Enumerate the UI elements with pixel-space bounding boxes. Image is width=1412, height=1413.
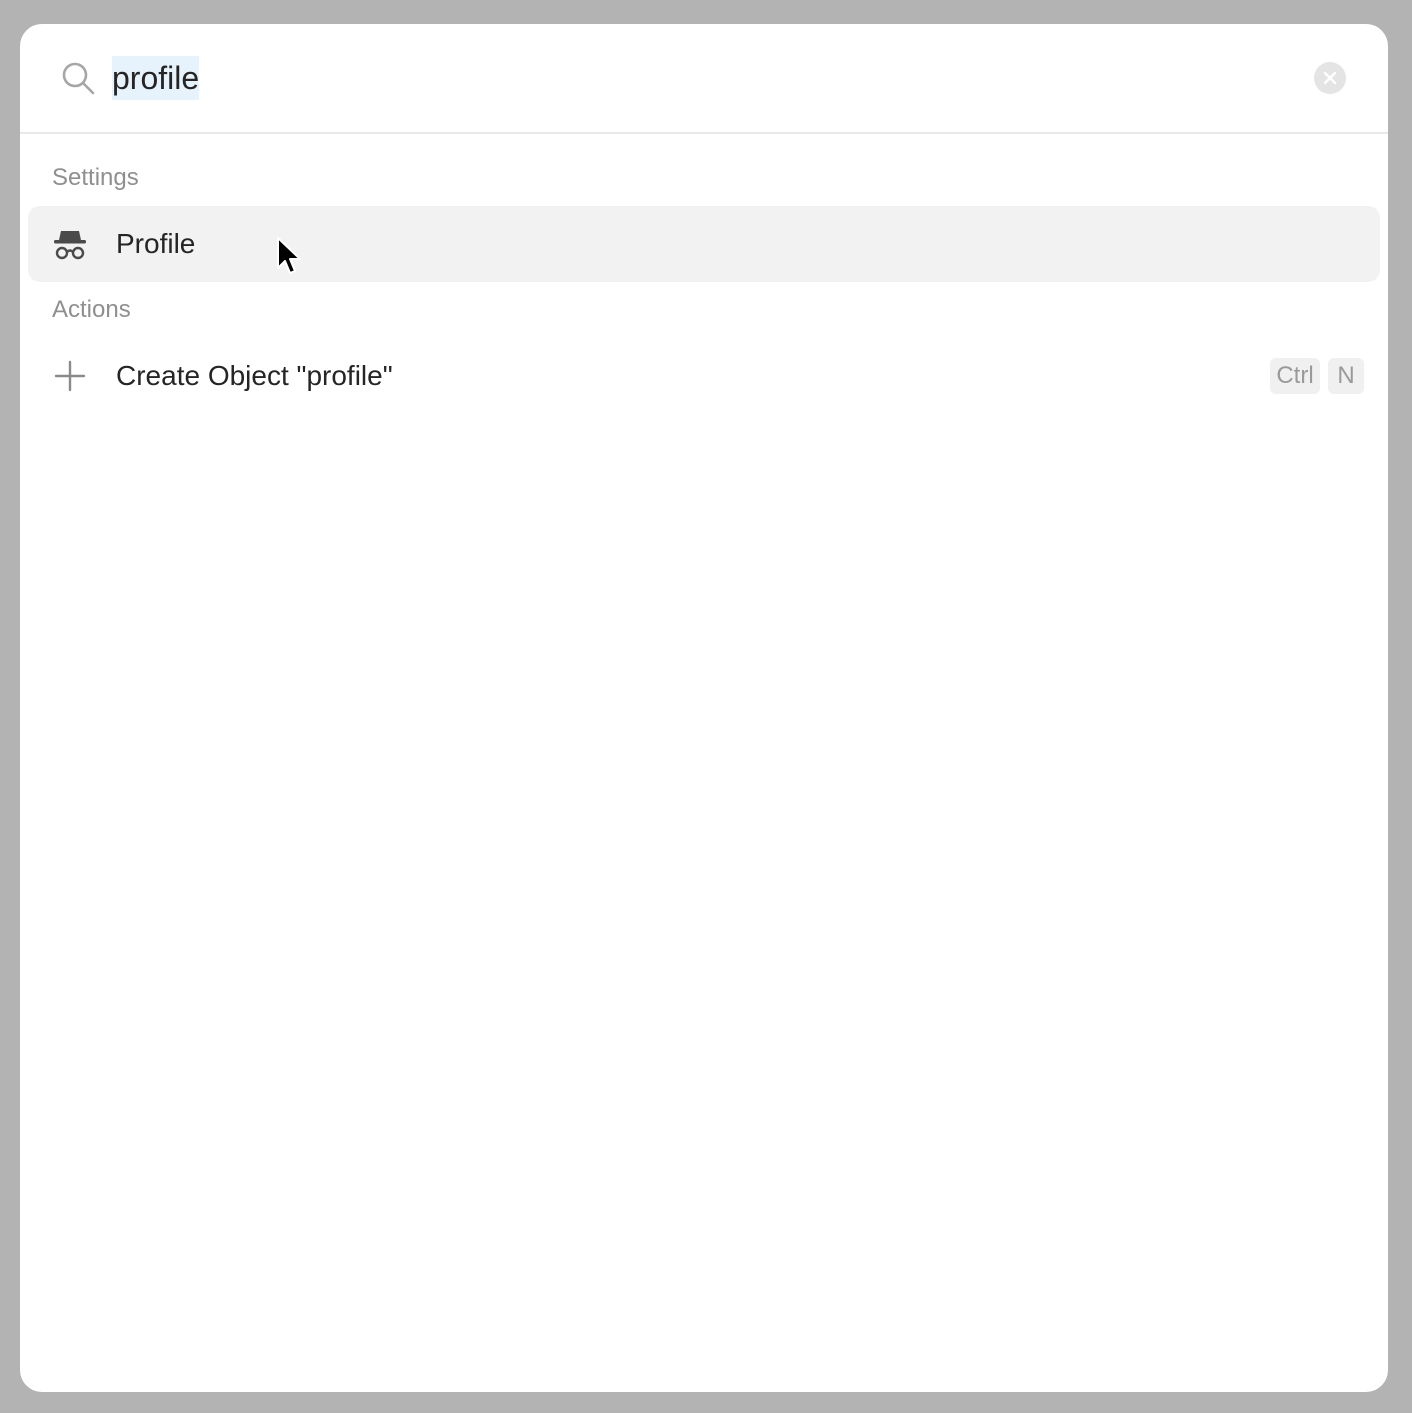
search-modal: profile Settings Profile Actions Create …: [20, 24, 1388, 1392]
shortcut-key-n: N: [1328, 358, 1364, 394]
result-item-profile[interactable]: Profile: [28, 206, 1380, 282]
section-label-actions: Actions: [52, 296, 131, 323]
plus-icon: [54, 360, 86, 392]
section-label-settings: Settings: [52, 164, 139, 191]
close-icon: [1323, 71, 1337, 85]
search-bar: profile: [20, 24, 1388, 134]
result-item-label: Profile: [116, 228, 196, 259]
action-label: Create Object "profile": [116, 360, 393, 391]
incognito-icon: [54, 231, 86, 260]
clear-search-button[interactable]: [1314, 62, 1346, 94]
search-input[interactable]: profile: [112, 56, 200, 100]
shortcut-key-ctrl: Ctrl: [1270, 358, 1320, 394]
search-icon: [62, 62, 95, 95]
create-object-action[interactable]: Create Object "profile" Ctrl N: [28, 338, 1380, 414]
